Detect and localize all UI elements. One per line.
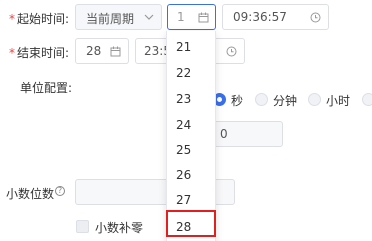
- dropdown-option[interactable]: 24: [176, 118, 191, 132]
- dropdown-option[interactable]: 23: [176, 92, 191, 106]
- end-day-value: 28: [86, 44, 102, 58]
- pad-zero-label: 小数补零: [95, 221, 144, 235]
- help-icon[interactable]: ?: [55, 186, 65, 196]
- unit-value: 0: [220, 127, 228, 141]
- clock-icon: [226, 46, 237, 57]
- period-select[interactable]: 当前周期: [75, 4, 162, 30]
- unit-label-seconds: 秒: [231, 94, 244, 108]
- calendar-icon: [110, 46, 121, 57]
- unit-label-minutes: 分钟: [273, 94, 298, 108]
- end-day-picker[interactable]: 28: [75, 38, 129, 64]
- dropdown-option[interactable]: 22: [176, 66, 191, 80]
- dropdown-option[interactable]: 26: [176, 168, 191, 182]
- end-time-label: * 结束时间:: [9, 46, 70, 60]
- chevron-down-icon: [144, 14, 154, 20]
- start-time-picker[interactable]: 09:36:57: [222, 4, 329, 30]
- start-day-picker[interactable]: 1: [167, 4, 216, 30]
- start-day-value: 1: [177, 10, 185, 24]
- period-select-value: 当前周期: [86, 12, 135, 26]
- unit-radio-minutes[interactable]: [255, 93, 268, 106]
- dropdown-option[interactable]: 25: [176, 143, 191, 157]
- pad-zero-checkbox[interactable]: [76, 220, 89, 233]
- unit-config-label: 单位配置:: [20, 81, 73, 95]
- dropdown-option[interactable]: 21: [176, 40, 191, 54]
- decimal-places-label: 小数位数: [6, 187, 55, 201]
- start-time-label: * 起始时间:: [9, 12, 70, 26]
- required-mark: *: [9, 12, 15, 26]
- dropdown-option[interactable]: 27: [176, 193, 191, 207]
- calendar-icon: [198, 12, 209, 23]
- clock-icon: [310, 12, 321, 23]
- start-time-value: 09:36:57: [233, 10, 287, 24]
- highlight-box: [166, 210, 216, 237]
- unit-label-hours: 小时: [326, 94, 351, 108]
- unit-radio-more[interactable]: [362, 93, 372, 106]
- unit-radio-hours[interactable]: [308, 93, 321, 106]
- required-mark: *: [9, 46, 15, 60]
